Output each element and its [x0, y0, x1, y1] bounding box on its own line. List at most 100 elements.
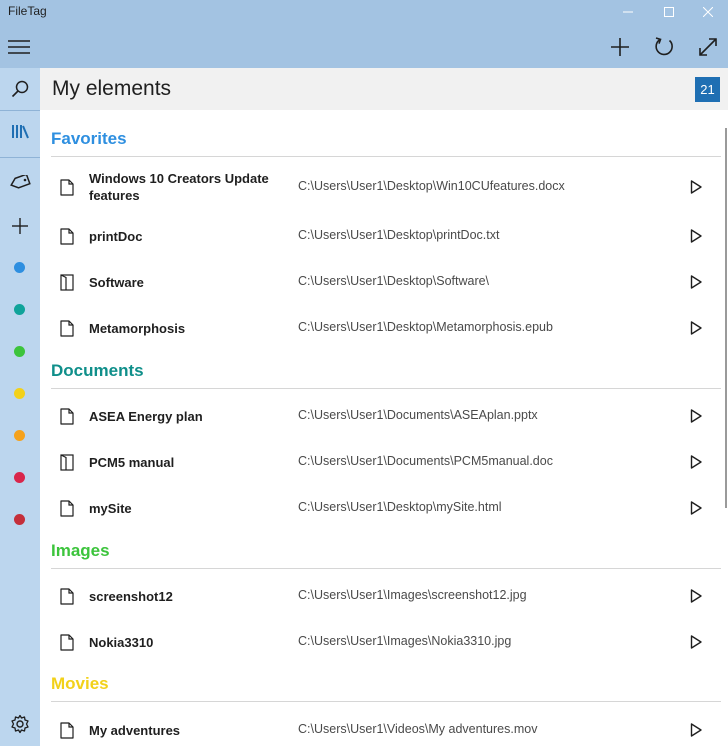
play-icon — [690, 229, 702, 243]
open-button[interactable] — [686, 406, 706, 426]
open-button[interactable] — [686, 177, 706, 197]
add-icon — [12, 218, 28, 234]
add-icon — [611, 38, 629, 56]
file-icon — [60, 408, 74, 425]
file-icon — [60, 228, 74, 245]
file-icon — [60, 634, 74, 651]
search-icon — [11, 80, 29, 98]
tag-color-green[interactable] — [14, 346, 25, 357]
list-item[interactable]: My adventures C:\Users\User1\Videos\My a… — [40, 708, 722, 746]
refresh-button[interactable] — [646, 30, 682, 64]
play-icon — [690, 180, 702, 194]
open-button[interactable] — [686, 318, 706, 338]
open-button[interactable] — [686, 452, 706, 472]
tag-color-crimson[interactable] — [14, 514, 25, 525]
list-item[interactable]: ASEA Energy plan C:\Users\User1\Document… — [40, 394, 722, 438]
item-path: C:\Users\User1\Documents\ASEAplan.pptx — [298, 408, 538, 422]
play-icon — [690, 409, 702, 423]
page-header: My elements 21 — [40, 68, 728, 110]
scrollbar[interactable] — [725, 128, 727, 508]
item-name: Nokia3310 — [89, 635, 154, 650]
hamburger-icon — [8, 40, 30, 54]
item-name: ASEA Energy plan — [89, 409, 203, 424]
play-icon — [690, 635, 702, 649]
open-button[interactable] — [686, 586, 706, 606]
minimize-icon — [623, 11, 633, 13]
add-tag-button[interactable] — [0, 208, 40, 244]
file-icon — [60, 500, 74, 517]
section-divider — [51, 568, 721, 569]
item-name: PCM5 manual — [89, 455, 175, 470]
section-title-movies: Movies — [51, 674, 109, 693]
section-title-favorites: Favorites — [51, 129, 127, 148]
item-path: C:\Users\User1\Documents\PCM5manual.doc — [298, 454, 553, 468]
section-title-images: Images — [51, 541, 110, 560]
tag-color-blue[interactable] — [14, 262, 25, 273]
main-content: My elements 21 Favorites Windows 10 Crea… — [40, 68, 728, 746]
open-button[interactable] — [686, 272, 706, 292]
item-name: printDoc — [89, 229, 143, 244]
file-icon — [60, 320, 74, 337]
expand-button[interactable] — [690, 30, 726, 64]
item-name: Software — [89, 275, 144, 290]
count-badge: 21 — [695, 77, 720, 102]
maximize-icon — [664, 7, 674, 17]
file-icon — [60, 588, 74, 605]
refresh-icon — [655, 37, 673, 56]
tag-color-orange[interactable] — [14, 430, 25, 441]
open-button[interactable] — [686, 498, 706, 518]
title-bar: FileTag — [0, 0, 728, 68]
item-path: C:\Users\User1\Desktop\Win10CUfeatures.d… — [298, 179, 565, 193]
folder-icon — [60, 454, 74, 471]
library-button[interactable] — [0, 113, 40, 149]
minimize-button[interactable] — [605, 0, 651, 24]
tags-button[interactable] — [0, 166, 40, 202]
rail-divider — [0, 110, 40, 111]
open-button[interactable] — [686, 720, 706, 740]
library-icon — [12, 125, 29, 139]
play-icon — [690, 723, 702, 737]
list-item[interactable]: Metamorphosis C:\Users\User1\Desktop\Met… — [40, 306, 722, 350]
tag-color-red[interactable] — [14, 472, 25, 483]
play-icon — [690, 501, 702, 515]
file-icon — [60, 179, 74, 196]
list-item[interactable]: Windows 10 Creators Update features C:\U… — [40, 165, 722, 209]
list-item[interactable]: Nokia3310 C:\Users\User1\Images\Nokia331… — [40, 620, 722, 664]
item-path: C:\Users\User1\Desktop\mySite.html — [298, 500, 502, 514]
item-path: C:\Users\User1\Images\screenshot12.jpg — [298, 588, 527, 602]
settings-button[interactable] — [0, 706, 40, 742]
item-name: My adventures — [89, 723, 181, 738]
open-button[interactable] — [686, 632, 706, 652]
tag-color-yellow[interactable] — [14, 388, 25, 399]
list-item[interactable]: Software C:\Users\User1\Desktop\Software… — [40, 260, 722, 304]
section-divider — [51, 388, 721, 389]
expand-icon — [699, 38, 717, 56]
gear-icon — [11, 714, 29, 734]
list-item[interactable]: printDoc C:\Users\User1\Desktop\printDoc… — [40, 214, 722, 258]
close-button[interactable] — [687, 0, 728, 24]
item-name: screenshot12 — [89, 589, 173, 604]
add-button[interactable] — [602, 30, 638, 64]
file-icon — [60, 722, 74, 739]
list-item[interactable]: mySite C:\Users\User1\Desktop\mySite.htm… — [40, 486, 722, 530]
item-name: Windows 10 Creators Update features — [89, 171, 269, 203]
maximize-button[interactable] — [646, 0, 692, 24]
search-button[interactable] — [0, 71, 40, 107]
play-icon — [690, 275, 702, 289]
folder-icon — [60, 274, 74, 291]
section-divider — [51, 156, 721, 157]
item-path: C:\Users\User1\Desktop\printDoc.txt — [298, 228, 500, 242]
rail-divider — [0, 157, 40, 158]
section-title-documents: Documents — [51, 361, 144, 380]
item-path: C:\Users\User1\Desktop\Software\ — [298, 274, 490, 288]
menu-button[interactable] — [0, 30, 38, 64]
item-name: mySite — [89, 501, 132, 516]
item-name: Metamorphosis — [89, 321, 186, 336]
play-icon — [690, 589, 702, 603]
app-title: FileTag — [8, 4, 47, 18]
play-icon — [690, 321, 702, 335]
list-item[interactable]: screenshot12 C:\Users\User1\Images\scree… — [40, 574, 722, 618]
open-button[interactable] — [686, 226, 706, 246]
tag-color-teal[interactable] — [14, 304, 25, 315]
list-item[interactable]: PCM5 manual C:\Users\User1\Documents\PCM… — [40, 440, 722, 484]
